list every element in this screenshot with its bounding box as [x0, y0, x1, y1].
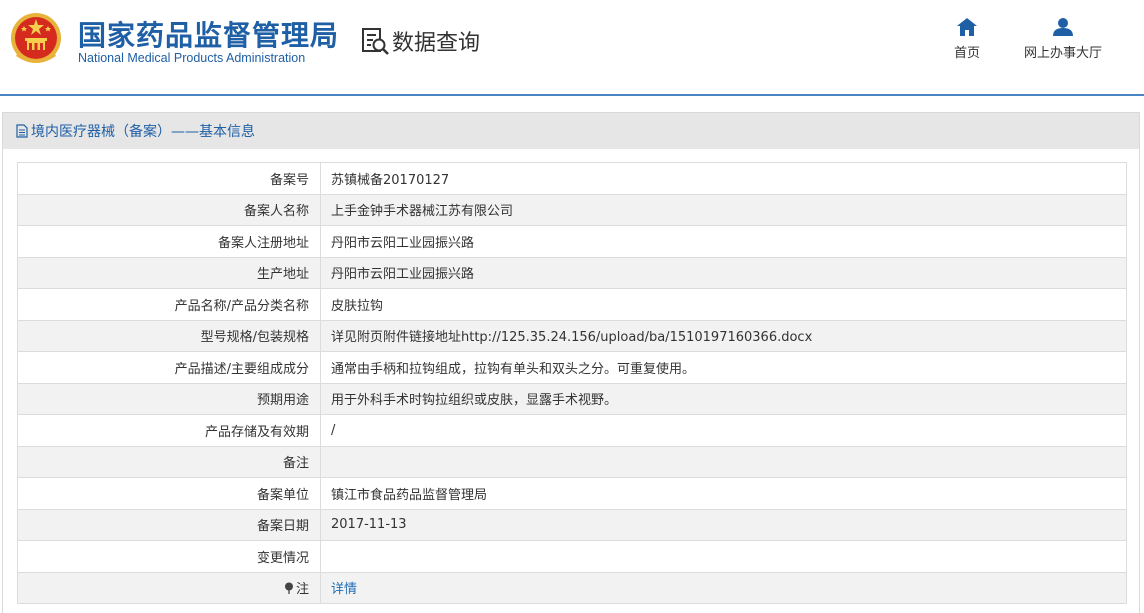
- header-divider: [0, 94, 1144, 96]
- row-label: 变更情况: [17, 540, 321, 573]
- brand-title: 国家药品监督管理局: [78, 19, 340, 52]
- row-label: 产品存储及有效期: [17, 414, 321, 447]
- table-row: 注 详情: [17, 571, 1127, 604]
- row-label: 备注: [17, 445, 321, 478]
- national-emblem-icon: [11, 13, 61, 63]
- table-row: 备案号 苏镇械备20170127: [17, 162, 1127, 195]
- data-query-label: 数据查询: [360, 26, 480, 56]
- note-label: 注: [284, 578, 309, 597]
- document-icon: [16, 124, 28, 138]
- row-label: 产品名称/产品分类名称: [17, 288, 321, 321]
- panel-title: 境内医疗器械（备案）——基本信息: [3, 113, 1139, 149]
- row-label: 备案日期: [17, 508, 321, 541]
- table-row: 备案人名称 上手金钟手术器械江苏有限公司: [17, 193, 1127, 226]
- table-row: 生产地址 丹阳市云阳工业园振兴路: [17, 256, 1127, 289]
- row-value: 丹阳市云阳工业园振兴路: [320, 256, 1127, 289]
- user-icon: [1053, 18, 1073, 36]
- table-row: 预期用途 用于外科手术时钩拉组织或皮肤，显露手术视野。: [17, 382, 1127, 415]
- table-row: 变更情况: [17, 540, 1127, 573]
- row-label: 备案单位: [17, 477, 321, 510]
- home-icon: [957, 18, 977, 36]
- details-link[interactable]: 详情: [331, 582, 357, 597]
- row-label: 生产地址: [17, 256, 321, 289]
- table-row: 型号规格/包装规格 详见附页附件链接地址http://125.35.24.156/…: [17, 319, 1127, 352]
- brand-subtitle: National Medical Products Administration: [78, 51, 306, 65]
- row-label: 备案人注册地址: [17, 225, 321, 258]
- nav-home-label: 首页: [953, 46, 980, 61]
- row-value: [320, 540, 1127, 573]
- row-label: 预期用途: [17, 382, 321, 415]
- search-document-icon: [362, 28, 389, 55]
- table-row: 备案单位 镇江市食品药品监督管理局: [17, 477, 1127, 510]
- data-query-text: 数据查询: [392, 31, 481, 56]
- row-label: 备案号: [17, 162, 321, 195]
- row-value: 2017-11-13: [320, 508, 1127, 541]
- panel-body: 备案号 苏镇械备20170127 备案人名称 上手金钟手术器械江苏有限公司 备案人注…: [3, 149, 1139, 613]
- nav-hall-label: 网上办事大厅: [1023, 46, 1102, 61]
- table-row: 产品存储及有效期 /: [17, 414, 1127, 447]
- row-value: 皮肤拉钩: [320, 288, 1127, 321]
- table-row: 产品描述/主要组成成分 通常由手柄和拉钩组成，拉钩有单头和双头之分。可重复使用。: [17, 351, 1127, 384]
- row-label: 产品描述/主要组成成分: [17, 351, 321, 384]
- table-row: 产品名称/产品分类名称 皮肤拉钩: [17, 288, 1127, 321]
- info-table: 备案号 苏镇械备20170127 备案人名称 上手金钟手术器械江苏有限公司 备案人注…: [17, 162, 1127, 604]
- row-value: 镇江市食品药品监督管理局: [320, 477, 1127, 510]
- table-row: 备案日期 2017-11-13: [17, 508, 1127, 541]
- row-value: [320, 445, 1127, 478]
- panel-title-text: 境内医疗器械（备案）——基本信息: [31, 124, 255, 140]
- note-label-text: 注: [295, 582, 309, 597]
- nav-online-service-hall[interactable]: 网上办事大厅: [1016, 18, 1110, 61]
- nav-home[interactable]: 首页: [949, 18, 985, 61]
- row-value: 用于外科手术时钩拉组织或皮肤，显露手术视野。: [320, 382, 1127, 415]
- row-value: 详情: [320, 571, 1127, 604]
- row-value: 丹阳市云阳工业园振兴路: [320, 225, 1127, 258]
- table-row: 备案人注册地址 丹阳市云阳工业园振兴路: [17, 225, 1127, 258]
- row-value: 上手金钟手术器械江苏有限公司: [320, 193, 1127, 226]
- row-value: 详见附页附件链接地址http://125.35.24.156/upload/ba…: [320, 319, 1127, 352]
- row-value: /: [320, 414, 1127, 447]
- info-panel: 境内医疗器械（备案）——基本信息 备案号 苏镇械备20170127 备案人名称 上手…: [2, 112, 1140, 613]
- row-label: 注: [17, 571, 321, 604]
- pin-icon: [284, 582, 293, 594]
- row-label: 备案人名称: [17, 193, 321, 226]
- row-value: 通常由手柄和拉钩组成，拉钩有单头和双头之分。可重复使用。: [320, 351, 1127, 384]
- table-row: 备注: [17, 445, 1127, 478]
- site-header: 国家药品监督管理局 National Medical Products Admi…: [0, 0, 1144, 96]
- row-value: 苏镇械备20170127: [320, 162, 1127, 195]
- row-label: 型号规格/包装规格: [17, 319, 321, 352]
